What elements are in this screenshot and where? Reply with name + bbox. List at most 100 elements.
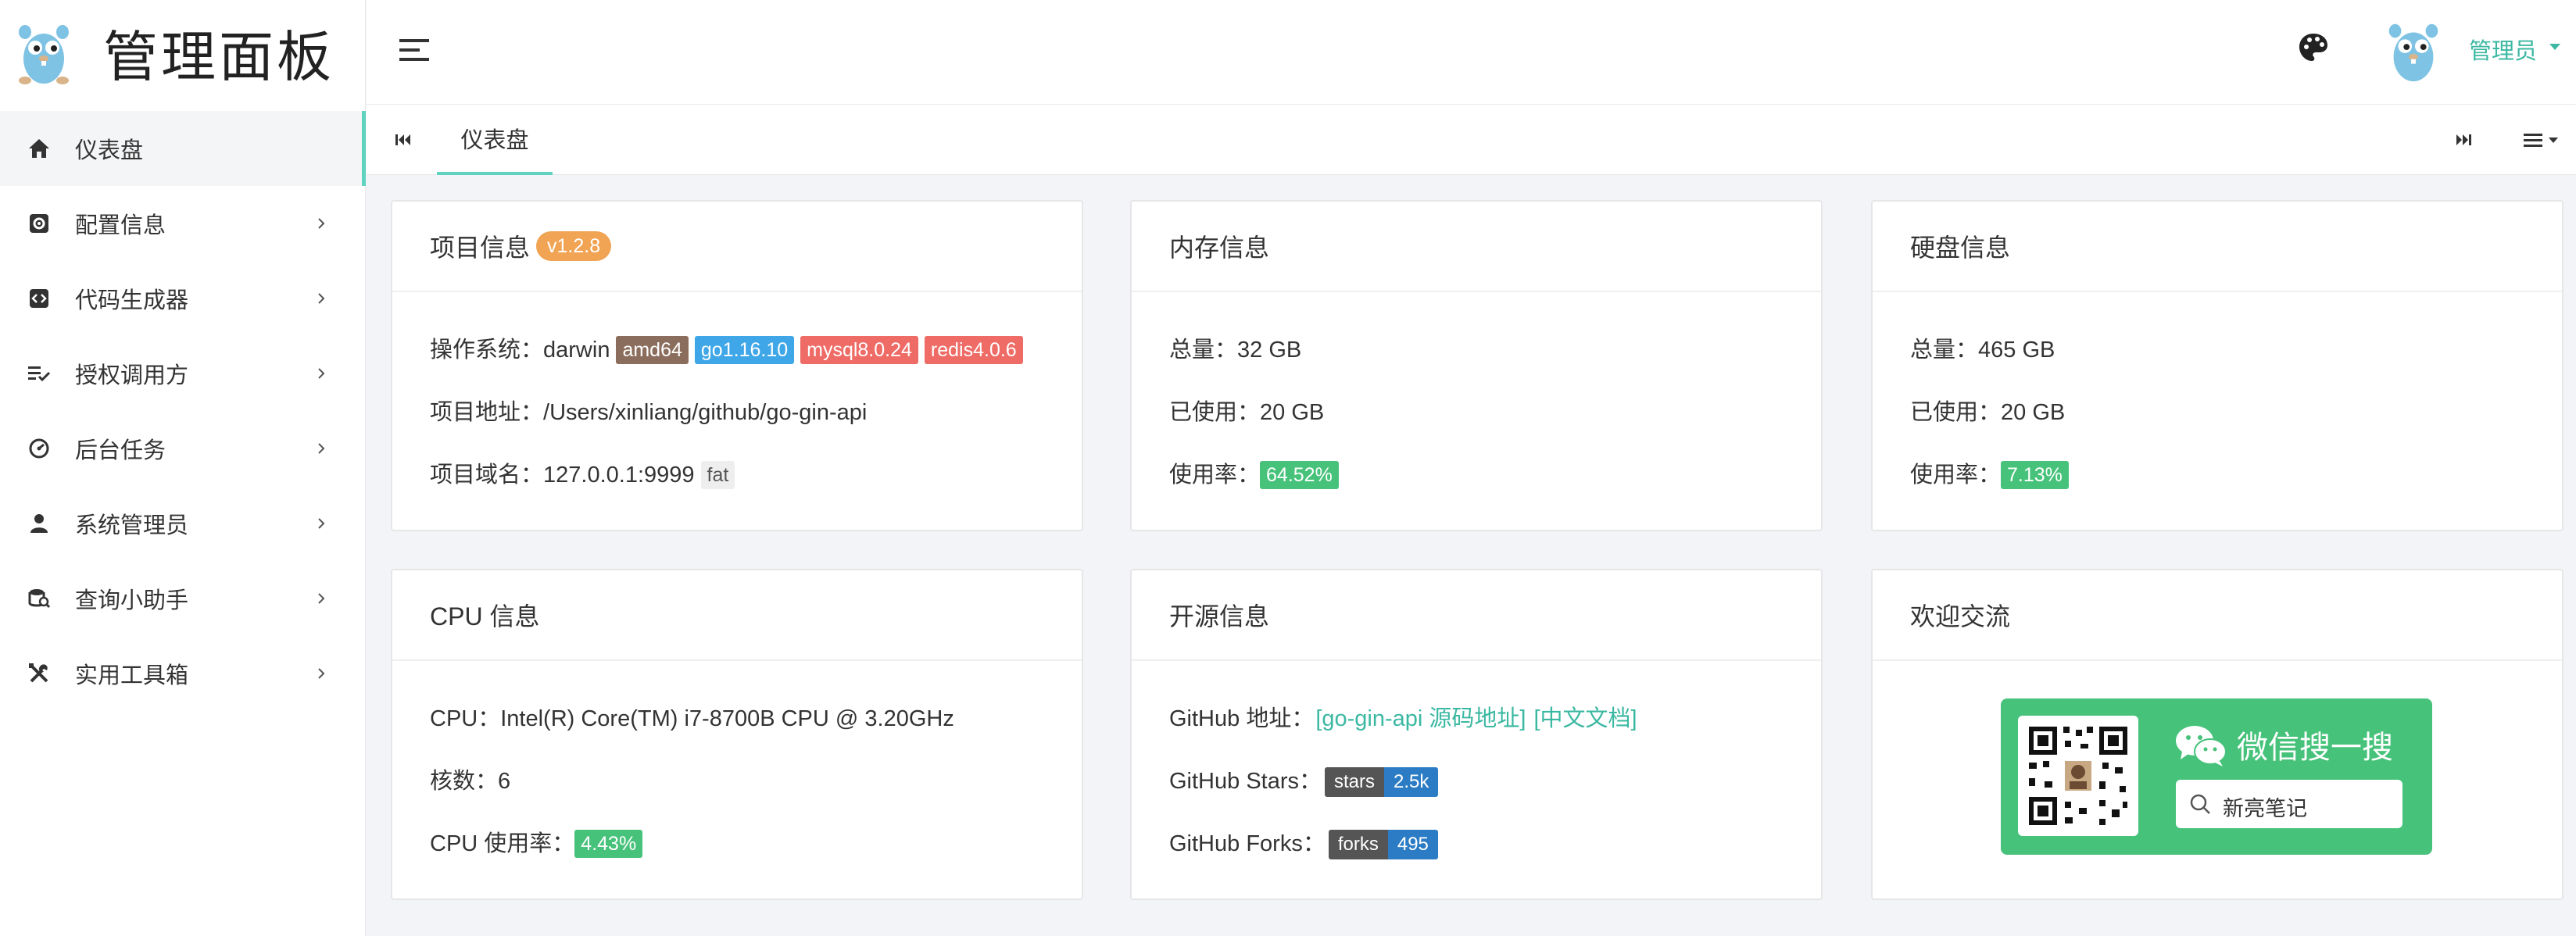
menu-toggle-icon[interactable]	[396, 34, 432, 66]
card-memory-info: 内存信息 总量： 32 GB 已使用： 20 GB 使用率： 64.52%	[1130, 200, 1823, 531]
path-value: /Users/xinliang/github/go-gin-api	[543, 400, 868, 425]
sidebar-item-label: 授权调用方	[75, 363, 189, 388]
sidebar-item-codegen[interactable]: 代码生成器	[0, 261, 365, 336]
arch-badge: amd64	[616, 336, 689, 364]
gear-icon	[27, 211, 52, 236]
sidebar-item-label: 代码生成器	[75, 288, 189, 313]
cpu-rate-label: CPU 使用率：	[430, 831, 575, 856]
user-icon	[27, 511, 52, 536]
tab-dashboard[interactable]: 仪表盘	[437, 105, 553, 175]
card-welcome: 欢迎交流 微信搜一搜 新亮笔记	[1871, 569, 2563, 900]
sidebar-item-admin[interactable]: 系统管理员	[0, 486, 365, 561]
card-header: 内存信息	[1132, 202, 1821, 292]
user-menu[interactable]: 管理员	[2469, 33, 2537, 66]
chevron-right-icon	[309, 434, 333, 463]
wechat-icon	[2176, 726, 2227, 766]
cpu-model-value: Intel(R) Core(TM) i7-8700B CPU @ 3.20GHz	[500, 706, 954, 731]
github-address-row: GitHub 地址： [go-gin-api 源码地址] [中文文档]	[1169, 702, 1784, 764]
palette-icon[interactable]	[2297, 31, 2330, 64]
memory-used-label: 已使用：	[1169, 400, 1261, 425]
os-value: darwin	[543, 338, 610, 363]
sidebar-item-label: 仪表盘	[75, 138, 144, 163]
home-icon	[27, 136, 52, 161]
disk-used-row: 已使用： 20 GB	[1910, 395, 2524, 458]
card-header: 项目信息 v1.2.8	[392, 202, 1082, 292]
gopher-logo-icon	[19, 25, 69, 84]
sidebar-item-query[interactable]: 查询小助手	[0, 561, 365, 636]
cpu-cores-label: 核数：	[430, 769, 499, 794]
sidebar-item-label: 后台任务	[75, 438, 166, 463]
wechat-search-title: 微信搜一搜	[2237, 731, 2393, 765]
card-header: 开源信息	[1132, 570, 1821, 661]
cpu-model-row: CPU： Intel(R) Core(TM) i7-8700B CPU @ 3.…	[430, 702, 1044, 764]
memory-total-row: 总量： 32 GB	[1169, 333, 1784, 395]
search-icon	[2190, 794, 2210, 814]
code-icon	[27, 286, 52, 311]
tab-scroll-left-icon[interactable]	[393, 130, 413, 150]
memory-total-value: 32 GB	[1237, 338, 1302, 363]
chevron-right-icon	[309, 659, 333, 688]
brand: 管理面板	[0, 0, 365, 105]
tab-scroll-right-icon[interactable]	[2453, 130, 2474, 150]
card-title: 内存信息	[1169, 234, 1270, 262]
disk-used-value: 20 GB	[2001, 400, 2066, 425]
avatar[interactable]	[2383, 17, 2444, 84]
sidebar: 管理面板 仪表盘 配置信息 代码生成器 授权调用方 后台任务 系统管理员 查询小…	[0, 0, 366, 936]
card-title: 硬盘信息	[1910, 234, 2011, 262]
card-disk-info: 硬盘信息 总量： 465 GB 已使用： 20 GB 使用率： 7.13%	[1871, 200, 2563, 531]
github-forks-row: GitHub Forks： forks 495	[1169, 827, 1784, 889]
memory-rate-row: 使用率： 64.52%	[1169, 458, 1784, 520]
card-title: 欢迎交流	[1910, 602, 2011, 631]
github-address-label: GitHub 地址：	[1169, 706, 1315, 731]
card-title: 开源信息	[1169, 602, 1270, 631]
chevron-right-icon	[309, 509, 333, 538]
path-label: 项目地址：	[430, 400, 544, 425]
sidebar-item-authorized[interactable]: 授权调用方	[0, 336, 365, 411]
disk-rate-row: 使用率： 7.13%	[1910, 458, 2524, 520]
env-badge: fat	[700, 461, 735, 489]
sidebar-item-label: 配置信息	[75, 213, 166, 238]
wechat-search-box[interactable]: 新亮笔记	[2176, 780, 2402, 828]
github-stars-label: GitHub Stars：	[1169, 769, 1322, 794]
cpu-cores-row: 核数： 6	[430, 764, 1044, 827]
app-title: 管理面板	[103, 26, 335, 88]
wechat-search-text: 新亮笔记	[2223, 797, 2307, 820]
card-title: CPU 信息	[430, 602, 540, 631]
card-cpu-info: CPU 信息 CPU： Intel(R) Core(TM) i7-8700B C…	[391, 569, 1083, 900]
sidebar-item-cron[interactable]: 后台任务	[0, 411, 365, 486]
chevron-right-icon	[309, 209, 333, 238]
cpu-cores-value: 6	[498, 769, 511, 794]
sidebar-item-dashboard[interactable]: 仪表盘	[0, 111, 366, 186]
card-title: 项目信息	[430, 234, 531, 262]
domain-row: 项目域名： 127.0.0.1:9999 fat	[430, 458, 1044, 520]
dashboard-gauge-icon	[27, 436, 52, 461]
sidebar-item-tools[interactable]: 实用工具箱	[0, 636, 365, 711]
docs-link[interactable]: [中文文档]	[1533, 702, 1637, 736]
forks-shield-badge[interactable]: forks 495	[1328, 830, 1438, 859]
memory-rate-label: 使用率：	[1169, 463, 1261, 488]
tab-options-icon[interactable]	[2522, 128, 2563, 152]
mysql-version-badge: mysql8.0.24	[800, 336, 918, 364]
sidebar-item-label: 查询小助手	[75, 588, 189, 613]
card-opensource-info: 开源信息 GitHub 地址： [go-gin-api 源码地址] [中文文档]…	[1130, 569, 1823, 900]
source-code-link[interactable]: [go-gin-api 源码地址]	[1315, 702, 1526, 736]
domain-label: 项目域名：	[430, 463, 544, 488]
caret-down-icon[interactable]	[2548, 42, 2562, 52]
stars-shield-badge[interactable]: stars 2.5k	[1325, 767, 1439, 797]
memory-total-label: 总量：	[1169, 338, 1238, 363]
chevron-right-icon	[309, 284, 333, 313]
forks-shield-label: forks	[1328, 830, 1388, 859]
wechat-search-banner[interactable]: 微信搜一搜 新亮笔记	[2001, 698, 2432, 855]
card-project-info: 项目信息 v1.2.8 操作系统： darwin amd64 go1.16.10…	[391, 200, 1083, 531]
sidebar-item-config[interactable]: 配置信息	[0, 186, 365, 261]
sidebar-menu: 仪表盘 配置信息 代码生成器 授权调用方 后台任务 系统管理员 查询小助手 实用…	[0, 111, 366, 711]
domain-value: 127.0.0.1:9999	[543, 463, 695, 488]
chevron-right-icon	[309, 359, 333, 388]
sidebar-item-label: 实用工具箱	[75, 663, 189, 688]
disk-rate-badge: 7.13%	[2001, 461, 2069, 489]
tools-icon	[27, 661, 52, 686]
cpu-rate-row: CPU 使用率： 4.43%	[430, 827, 1044, 889]
path-row: 项目地址： /Users/xinliang/github/go-gin-api	[430, 395, 1044, 458]
disk-total-row: 总量： 465 GB	[1910, 333, 2524, 395]
go-version-badge: go1.16.10	[694, 336, 795, 364]
